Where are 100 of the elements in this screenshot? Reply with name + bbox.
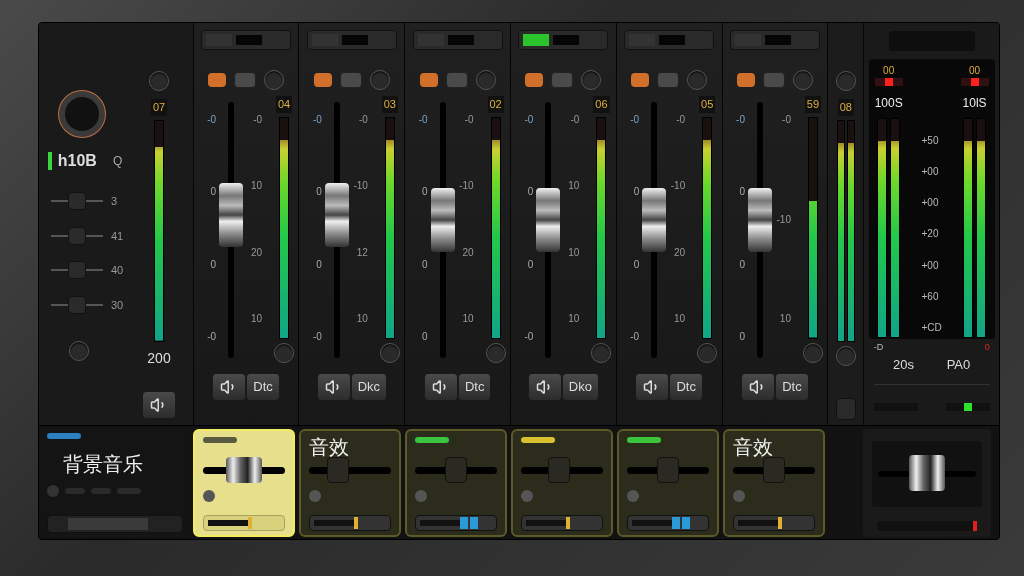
scale-label: 0: [422, 185, 428, 200]
scale-label: 10: [250, 179, 263, 194]
knob[interactable]: [59, 91, 105, 137]
meter-reading: 02: [487, 96, 504, 113]
scale-label: 10: [250, 312, 263, 326]
meter-marker: [354, 516, 358, 529]
peak-reading: 00: [883, 64, 895, 78]
round-button[interactable]: [149, 71, 169, 91]
display-slot: [447, 35, 474, 45]
send-thumb[interactable]: [68, 295, 86, 314]
track-cell[interactable]: 音效: [723, 428, 825, 537]
round-button[interactable]: [792, 70, 813, 90]
master-value: 20s: [893, 355, 914, 374]
send-thumb[interactable]: [68, 261, 86, 280]
solo-button[interactable]: [657, 72, 680, 88]
channel-button[interactable]: Dkc: [350, 372, 388, 401]
channel-button[interactable]: Dtc: [775, 372, 809, 401]
mute-button[interactable]: [142, 390, 176, 419]
meter-reading: 04: [275, 96, 293, 113]
scale-label: +00: [921, 196, 940, 211]
round-button[interactable]: [591, 342, 612, 363]
scale-label: +50: [921, 134, 940, 148]
channel-button[interactable]: Dtc: [457, 372, 492, 401]
round-button[interactable]: [369, 70, 390, 90]
round-button[interactable]: [687, 70, 708, 90]
display-slot: [553, 35, 580, 45]
record-button[interactable]: [631, 73, 650, 87]
scale-label: +60: [921, 289, 940, 304]
fader-thumb[interactable]: [327, 456, 349, 483]
solo-button[interactable]: [339, 72, 362, 88]
mute-button[interactable]: [741, 372, 776, 401]
solo-button[interactable]: [551, 72, 574, 88]
mute-button[interactable]: [423, 372, 458, 401]
round-button[interactable]: [835, 345, 856, 366]
round-button[interactable]: [264, 70, 285, 90]
mute-button[interactable]: [316, 372, 351, 401]
round-button[interactable]: [69, 341, 89, 361]
scale-label: +00: [921, 258, 940, 273]
meter-reading: 08: [837, 99, 854, 116]
fader-thumb[interactable]: [226, 456, 262, 483]
round-button[interactable]: [802, 342, 823, 363]
solo-button[interactable]: [445, 72, 468, 88]
scale-label: 0: [210, 185, 217, 200]
fader-thumb[interactable]: [536, 188, 561, 253]
fader-thumb[interactable]: [219, 182, 244, 247]
meter-reading: 05: [699, 96, 716, 113]
round-button[interactable]: [203, 489, 215, 502]
meter-marker: [672, 516, 690, 529]
scale-label: 0: [739, 257, 745, 272]
send-thumb[interactable]: [68, 226, 86, 245]
track-cell[interactable]: 音效: [299, 428, 401, 537]
fader-thumb[interactable]: [445, 456, 467, 483]
scale-label: -0: [312, 330, 322, 344]
scale-label: -10: [459, 179, 474, 194]
scale-label: -0: [630, 330, 640, 344]
master-value: PA0: [946, 355, 971, 374]
round-button[interactable]: [581, 70, 602, 90]
channel-button[interactable]: Dtc: [246, 372, 280, 401]
record-button[interactable]: [313, 73, 332, 87]
fader-thumb[interactable]: [747, 188, 772, 253]
scale-label: 20: [674, 245, 686, 260]
clip-indicator: [874, 78, 903, 86]
track-cell[interactable]: [511, 428, 613, 537]
track-cell[interactable]: [405, 428, 507, 537]
scale-label: -0: [464, 113, 474, 127]
channel-label: 10lS: [962, 95, 987, 112]
round-button[interactable]: [475, 70, 496, 90]
scale-label: -0: [253, 113, 263, 127]
mute-button[interactable]: [212, 372, 247, 401]
fader-thumb[interactable]: [763, 456, 785, 483]
send-thumb[interactable]: [68, 192, 86, 211]
indicator-bar: [945, 403, 990, 411]
meter-value: 200: [147, 348, 171, 368]
channel-button[interactable]: Dko: [561, 372, 599, 401]
color-tag: [47, 432, 81, 439]
fader-thumb[interactable]: [548, 456, 570, 483]
record-button[interactable]: [419, 73, 438, 87]
round-button[interactable]: [379, 342, 400, 363]
round-button[interactable]: [274, 342, 295, 363]
fader-thumb[interactable]: [324, 182, 349, 247]
solo-button[interactable]: [762, 72, 785, 88]
round-button[interactable]: [835, 71, 856, 91]
fader-thumb[interactable]: [657, 456, 679, 483]
record-button[interactable]: [208, 73, 227, 87]
clip-indicator: [960, 78, 989, 86]
fader-thumb[interactable]: [642, 188, 667, 253]
square-button[interactable]: [835, 397, 856, 420]
mute-button[interactable]: [635, 372, 670, 401]
scale-label: -0: [630, 113, 640, 127]
channel-button[interactable]: Dtc: [669, 372, 703, 401]
fader-thumb[interactable]: [909, 454, 945, 491]
scale-label: -10: [353, 179, 368, 194]
record-button[interactable]: [525, 73, 544, 87]
fader-thumb[interactable]: [430, 188, 455, 253]
record-button[interactable]: [736, 73, 755, 87]
track-cell[interactable]: [617, 428, 719, 537]
round-button[interactable]: [485, 342, 506, 363]
mute-button[interactable]: [527, 372, 562, 401]
round-button[interactable]: [697, 342, 718, 363]
solo-button[interactable]: [234, 72, 257, 88]
